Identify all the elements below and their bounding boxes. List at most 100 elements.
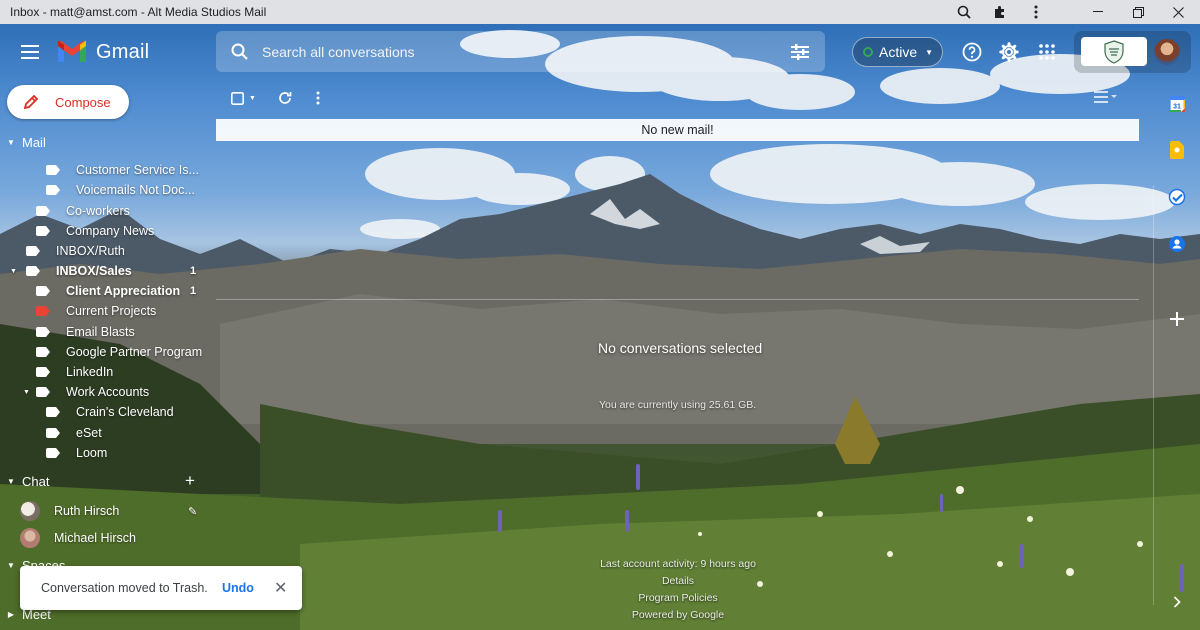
chat-section-header[interactable]: ▼ Chat +	[0, 469, 210, 493]
search-options-icon[interactable]	[775, 43, 825, 60]
label-client-appreciation[interactable]: Client Appreciation 1	[36, 281, 210, 301]
avatar	[20, 528, 40, 548]
apps-icon[interactable]	[1033, 38, 1061, 66]
label-icon	[36, 327, 50, 337]
details-link[interactable]: Details	[560, 573, 796, 590]
more-options-icon[interactable]	[316, 86, 320, 110]
background-theme-image	[0, 24, 1200, 630]
label-icon	[46, 407, 60, 417]
calendar-day: 31	[1173, 104, 1181, 111]
close-icon[interactable]: ✕	[274, 578, 287, 598]
gmail-wordmark: Gmail	[96, 40, 150, 63]
label-voicemails[interactable]: Voicemails Not Doc...	[46, 180, 195, 200]
split-pane-toggle-icon[interactable]	[1092, 90, 1122, 108]
caret-down-icon: ▼	[7, 560, 15, 570]
caret-down-icon: ▼	[10, 267, 17, 275]
label-customer-service[interactable]: Customer Service Is...	[46, 160, 199, 180]
minimize-button[interactable]	[1078, 0, 1118, 24]
chevron-down-icon: ▼	[249, 94, 256, 102]
menu-icon	[21, 45, 39, 59]
add-icon[interactable]	[1162, 307, 1192, 331]
status-active-dot	[863, 47, 873, 57]
avatar	[20, 501, 40, 521]
search-bar[interactable]	[216, 31, 825, 72]
label-icon	[26, 246, 40, 256]
program-policies-link[interactable]: Program Policies	[560, 590, 796, 607]
unread-count: 1	[190, 285, 197, 297]
more-vert-icon[interactable]	[1018, 0, 1054, 24]
avatar[interactable]	[1154, 39, 1180, 65]
label-icon	[46, 165, 60, 175]
status-selector[interactable]: Active ▼	[852, 37, 943, 67]
refresh-icon[interactable]	[278, 86, 292, 110]
restore-button[interactable]	[1118, 0, 1158, 24]
list-toolbar: ▼	[216, 86, 320, 110]
label-icon	[36, 367, 50, 377]
pin-icon[interactable]: ✎	[188, 505, 197, 518]
label-inbox-ruth[interactable]: INBOX/Ruth	[26, 241, 125, 261]
pencil-icon	[23, 94, 39, 110]
caret-down-icon: ▼	[23, 388, 30, 396]
label-company-news[interactable]: Company News	[36, 221, 154, 241]
browser-titlebar: Inbox - matt@amst.com - Alt Media Studio…	[0, 0, 1200, 24]
window-title: Inbox - matt@amst.com - Alt Media Studio…	[10, 5, 267, 19]
mail-section-header[interactable]: ▼ Mail	[0, 130, 210, 154]
label-icon	[36, 226, 50, 236]
label-icon	[46, 185, 60, 195]
settings-icon[interactable]	[995, 38, 1023, 66]
label-icon	[36, 347, 50, 357]
search-input[interactable]	[262, 43, 775, 60]
search-icon[interactable]	[216, 43, 262, 60]
mail-section-label: Mail	[22, 134, 46, 150]
no-selection-message: No conversations selected	[598, 340, 763, 356]
label-crains-cleveland[interactable]: Crain's Cleveland	[46, 402, 174, 422]
account-activity: Last account activity: 9 hours ago	[600, 558, 756, 570]
close-window-button[interactable]	[1158, 0, 1198, 24]
empty-inbox-banner: No new mail!	[216, 119, 1139, 141]
tasks-icon[interactable]	[1162, 185, 1192, 209]
keep-icon[interactable]	[1162, 138, 1192, 162]
zoom-icon[interactable]	[946, 0, 982, 24]
unread-count: 1	[190, 265, 197, 277]
toast-message: Conversation moved to Trash.	[41, 581, 208, 595]
contacts-icon[interactable]	[1162, 232, 1192, 256]
chevron-right-icon[interactable]	[1162, 590, 1192, 614]
label-icon	[46, 448, 60, 458]
label-work-accounts[interactable]: ▼ Work Accounts	[23, 382, 149, 402]
label-google-partner[interactable]: Google Partner Program	[36, 342, 202, 362]
add-chat-icon[interactable]: +	[185, 471, 195, 491]
chat-section-label: Chat	[22, 473, 50, 489]
caret-right-icon: ▶	[7, 609, 15, 619]
account-switcher[interactable]	[1074, 31, 1191, 73]
compose-button[interactable]: Compose	[7, 85, 129, 119]
label-icon	[36, 206, 50, 216]
label-inbox-sales[interactable]: ▼ INBOX/Sales 1	[10, 261, 210, 281]
main-menu-button[interactable]	[14, 38, 46, 66]
caret-down-icon: ▼	[7, 137, 15, 147]
label-loom[interactable]: Loom	[46, 443, 107, 463]
calendar-icon[interactable]: 31	[1162, 92, 1192, 116]
reading-pane-divider[interactable]	[216, 299, 1139, 300]
label-icon	[36, 387, 50, 397]
footer: Last account activity: 9 hours ago Detai…	[560, 556, 796, 624]
label-email-blasts[interactable]: Email Blasts	[36, 322, 135, 342]
label-eset[interactable]: eSet	[46, 423, 102, 443]
side-panel-divider	[1153, 185, 1154, 605]
compose-label: Compose	[55, 94, 111, 110]
label-co-workers[interactable]: Co-workers	[36, 201, 130, 221]
gmail-logo[interactable]: Gmail	[56, 38, 149, 66]
help-icon[interactable]	[958, 38, 986, 66]
select-all-checkbox[interactable]: ▼	[231, 86, 256, 110]
chat-person-ruth[interactable]: Ruth Hirsch ✎	[20, 499, 197, 523]
status-label: Active	[879, 44, 918, 60]
undo-button[interactable]: Undo	[222, 581, 254, 595]
label-icon	[36, 306, 50, 316]
label-current-projects[interactable]: Current Projects	[36, 301, 156, 321]
chat-person-michael[interactable]: Michael Hirsch	[20, 526, 136, 550]
label-linkedin[interactable]: LinkedIn	[36, 362, 113, 382]
extensions-icon[interactable]	[982, 0, 1018, 24]
label-icon	[36, 286, 50, 296]
snackbar-toast: Conversation moved to Trash. Undo ✕	[20, 566, 302, 610]
label-icon	[26, 266, 40, 276]
caret-down-icon: ▼	[7, 476, 15, 486]
